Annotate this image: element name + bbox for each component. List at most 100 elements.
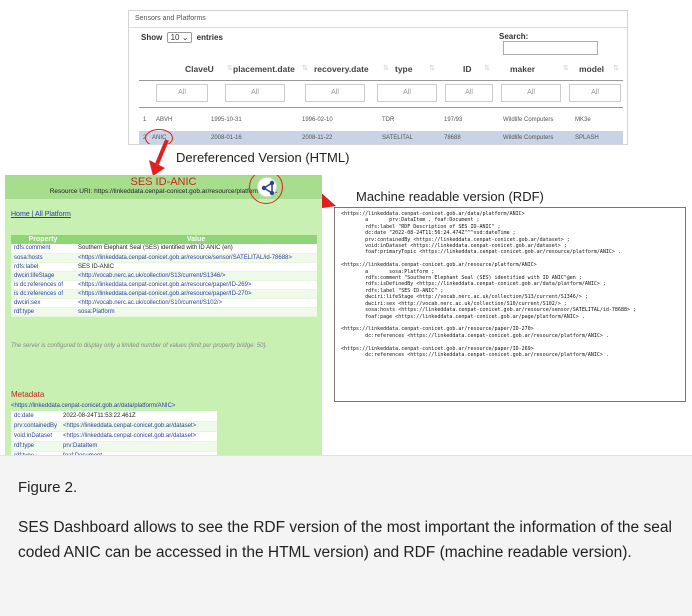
- property-name[interactable]: void:inDataset: [11, 431, 61, 442]
- figure-label: Figure 2.: [18, 479, 78, 496]
- column-filter-input[interactable]: All: [501, 84, 561, 102]
- table-cell: 2008-11-22: [302, 135, 333, 141]
- column-filter-input[interactable]: All: [156, 84, 208, 102]
- table-row: rdfs:comment Southern Elephant Seal (SES)…: [11, 244, 317, 254]
- table-cell: 2008-01-16: [211, 135, 242, 141]
- table-row: rdf:type prv:DataItem: [11, 441, 217, 452]
- column-header[interactable]: placement.date: [233, 64, 295, 74]
- dereferenced-label: Dereferenced Version (HTML): [176, 150, 350, 165]
- table-row: sosa:hosts <https://linkeddata.cenpat-con…: [11, 253, 317, 263]
- property-value[interactable]: <http://vocab.nerc.ac.uk/collection/S10/…: [75, 298, 317, 308]
- property-name[interactable]: is dc:references of: [11, 289, 75, 299]
- column-filter-input[interactable]: All: [305, 84, 365, 102]
- metadata-title: Metadata: [11, 390, 45, 399]
- column-header[interactable]: ID: [463, 64, 472, 74]
- property-name[interactable]: rdf:type: [11, 441, 61, 452]
- sort-icon[interactable]: ⇅: [484, 64, 490, 72]
- entries-select[interactable]: 10 ⌄: [166, 32, 193, 43]
- table-cell: TDR: [382, 117, 395, 123]
- column-header[interactable]: recovery.date: [314, 64, 369, 74]
- table-cell: MK3e: [575, 117, 591, 123]
- column-header[interactable]: model: [579, 64, 604, 74]
- property-value: 2022-08-24T11:53:22.461Z: [60, 411, 217, 422]
- property-name[interactable]: is dc:references of: [11, 280, 75, 290]
- column-header[interactable]: type: [395, 64, 412, 74]
- machine-readable-label: Machine readable version (RDF): [356, 189, 544, 204]
- property-table: Property Value rdfs:comment Southern Elep…: [11, 235, 317, 317]
- property-name[interactable]: dwciri:lifeStage: [11, 271, 75, 281]
- property-name[interactable]: prv:containedBy: [11, 421, 61, 432]
- column-filter-input[interactable]: All: [225, 84, 285, 102]
- table-row: dwciri:lifeStage <http://vocab.nerc.ac.uk…: [11, 271, 317, 281]
- metadata-table: dc:date 2022-08-24T11:53:22.461Z prv:conta…: [11, 411, 217, 455]
- rdf-text-panel: <https://linkeddata.cenpat-conicet.gob.a…: [334, 207, 686, 402]
- home-link[interactable]: Home: [11, 211, 30, 218]
- property-value[interactable]: <http://vocab.nerc.ac.uk/collection/S13/…: [75, 271, 317, 281]
- table-cell: 78688: [444, 135, 461, 141]
- search-input[interactable]: [503, 41, 598, 55]
- table-cell: Wildlife Computers: [503, 117, 554, 123]
- table-widget-title: Sensors and Platforms: [135, 15, 206, 22]
- sort-icon[interactable]: ⇅: [227, 64, 233, 72]
- sort-icon[interactable]: ⇅: [429, 64, 435, 72]
- all-platform-link[interactable]: All Platform: [35, 211, 71, 218]
- property-value[interactable]: <https://linkeddata.cenpat-conicet.gob.a…: [60, 421, 217, 432]
- header-rule: [139, 80, 623, 81]
- value-column-header: Value: [75, 235, 317, 244]
- property-value[interactable]: <https://linkeddata.cenpat-conicet.gob.a…: [75, 289, 317, 299]
- property-name[interactable]: rdfs:label: [11, 262, 75, 272]
- table-cell: 1: [143, 117, 147, 123]
- chevron-down-icon: ⌄: [181, 33, 189, 42]
- property-name[interactable]: rdf:type: [11, 307, 75, 317]
- sort-icon[interactable]: ⇅: [383, 64, 389, 72]
- property-name[interactable]: rdfs:comment: [11, 244, 75, 254]
- property-name[interactable]: sosa:hosts: [11, 253, 75, 263]
- sort-icon[interactable]: ⇅: [563, 64, 569, 72]
- table-row: rdf:type sosa:Platform: [11, 307, 317, 317]
- sort-icon[interactable]: ⇅: [613, 64, 619, 72]
- table-row: dc:date 2022-08-24T11:53:22.461Z: [11, 411, 217, 422]
- highlight-circle: [249, 175, 283, 204]
- table-cell: Wildlife Computers: [503, 135, 554, 141]
- caption-text: SES Dashboard allows to see the RDF vers…: [18, 519, 672, 561]
- entries-label: entries: [196, 33, 223, 42]
- figure-image: Sensors and Platforms Show 10 ⌄ entries …: [0, 0, 692, 455]
- show-label: Show: [141, 33, 163, 42]
- table-row: prv:containedBy <https://linkeddata.cenpa…: [11, 421, 217, 432]
- property-value[interactable]: sosa:Platform: [75, 307, 317, 317]
- row-rule: [139, 107, 623, 108]
- property-name[interactable]: dwciri:sex: [11, 298, 75, 308]
- property-value[interactable]: <https://linkeddata.cenpat-conicet.gob.a…: [75, 280, 317, 290]
- search-label: Search:: [499, 32, 529, 41]
- figure-caption: Figure 2. SES Dashboard allows to see th…: [0, 455, 692, 616]
- property-value[interactable]: prv:DataItem: [60, 441, 217, 452]
- table-cell: SATELITAL: [382, 135, 413, 141]
- property-column-header: Property: [11, 235, 75, 244]
- table-cell: 1996-02-10: [302, 117, 333, 123]
- html-dereferenced-view: SES ID-ANIC Resource URI: https://linked…: [5, 175, 322, 455]
- table-cell: 197/93: [444, 117, 463, 123]
- property-name[interactable]: dc:date: [11, 411, 61, 422]
- table-cell: 1995-10-31: [211, 117, 242, 123]
- column-header[interactable]: maker: [510, 64, 535, 74]
- sort-icon[interactable]: ⇅: [302, 64, 308, 72]
- search-control: Search:: [499, 32, 627, 55]
- property-value: SES ID-ANIC: [75, 262, 317, 272]
- table-row: is dc:references of <https://linkeddata.c…: [11, 289, 317, 299]
- property-value[interactable]: <https://linkeddata.cenpat-conicet.gob.a…: [75, 253, 317, 263]
- property-value: Southern Elephant Seal (SES) identified …: [75, 244, 317, 254]
- column-header[interactable]: ClaveU: [185, 64, 214, 74]
- column-filter-input[interactable]: All: [569, 84, 621, 102]
- table-cell: ABVH: [156, 117, 173, 123]
- caption-divider: [0, 455, 692, 456]
- column-filter-input[interactable]: All: [377, 84, 437, 102]
- entries-select-value: 10: [170, 33, 180, 42]
- entries-length-control: Show 10 ⌄ entries: [141, 32, 223, 43]
- breadcrumb: Home | All Platform: [11, 211, 71, 218]
- column-filter-input[interactable]: All: [445, 84, 493, 102]
- divider: [129, 27, 627, 28]
- metadata-uri[interactable]: <https://linkeddata.cenpat-conicet.gob.a…: [11, 403, 175, 409]
- arrow-down-icon: [149, 139, 169, 176]
- table-row: is dc:references of <https://linkeddata.c…: [11, 280, 317, 290]
- property-value[interactable]: <https://linkeddata.cenpat-conicet.gob.a…: [60, 431, 217, 442]
